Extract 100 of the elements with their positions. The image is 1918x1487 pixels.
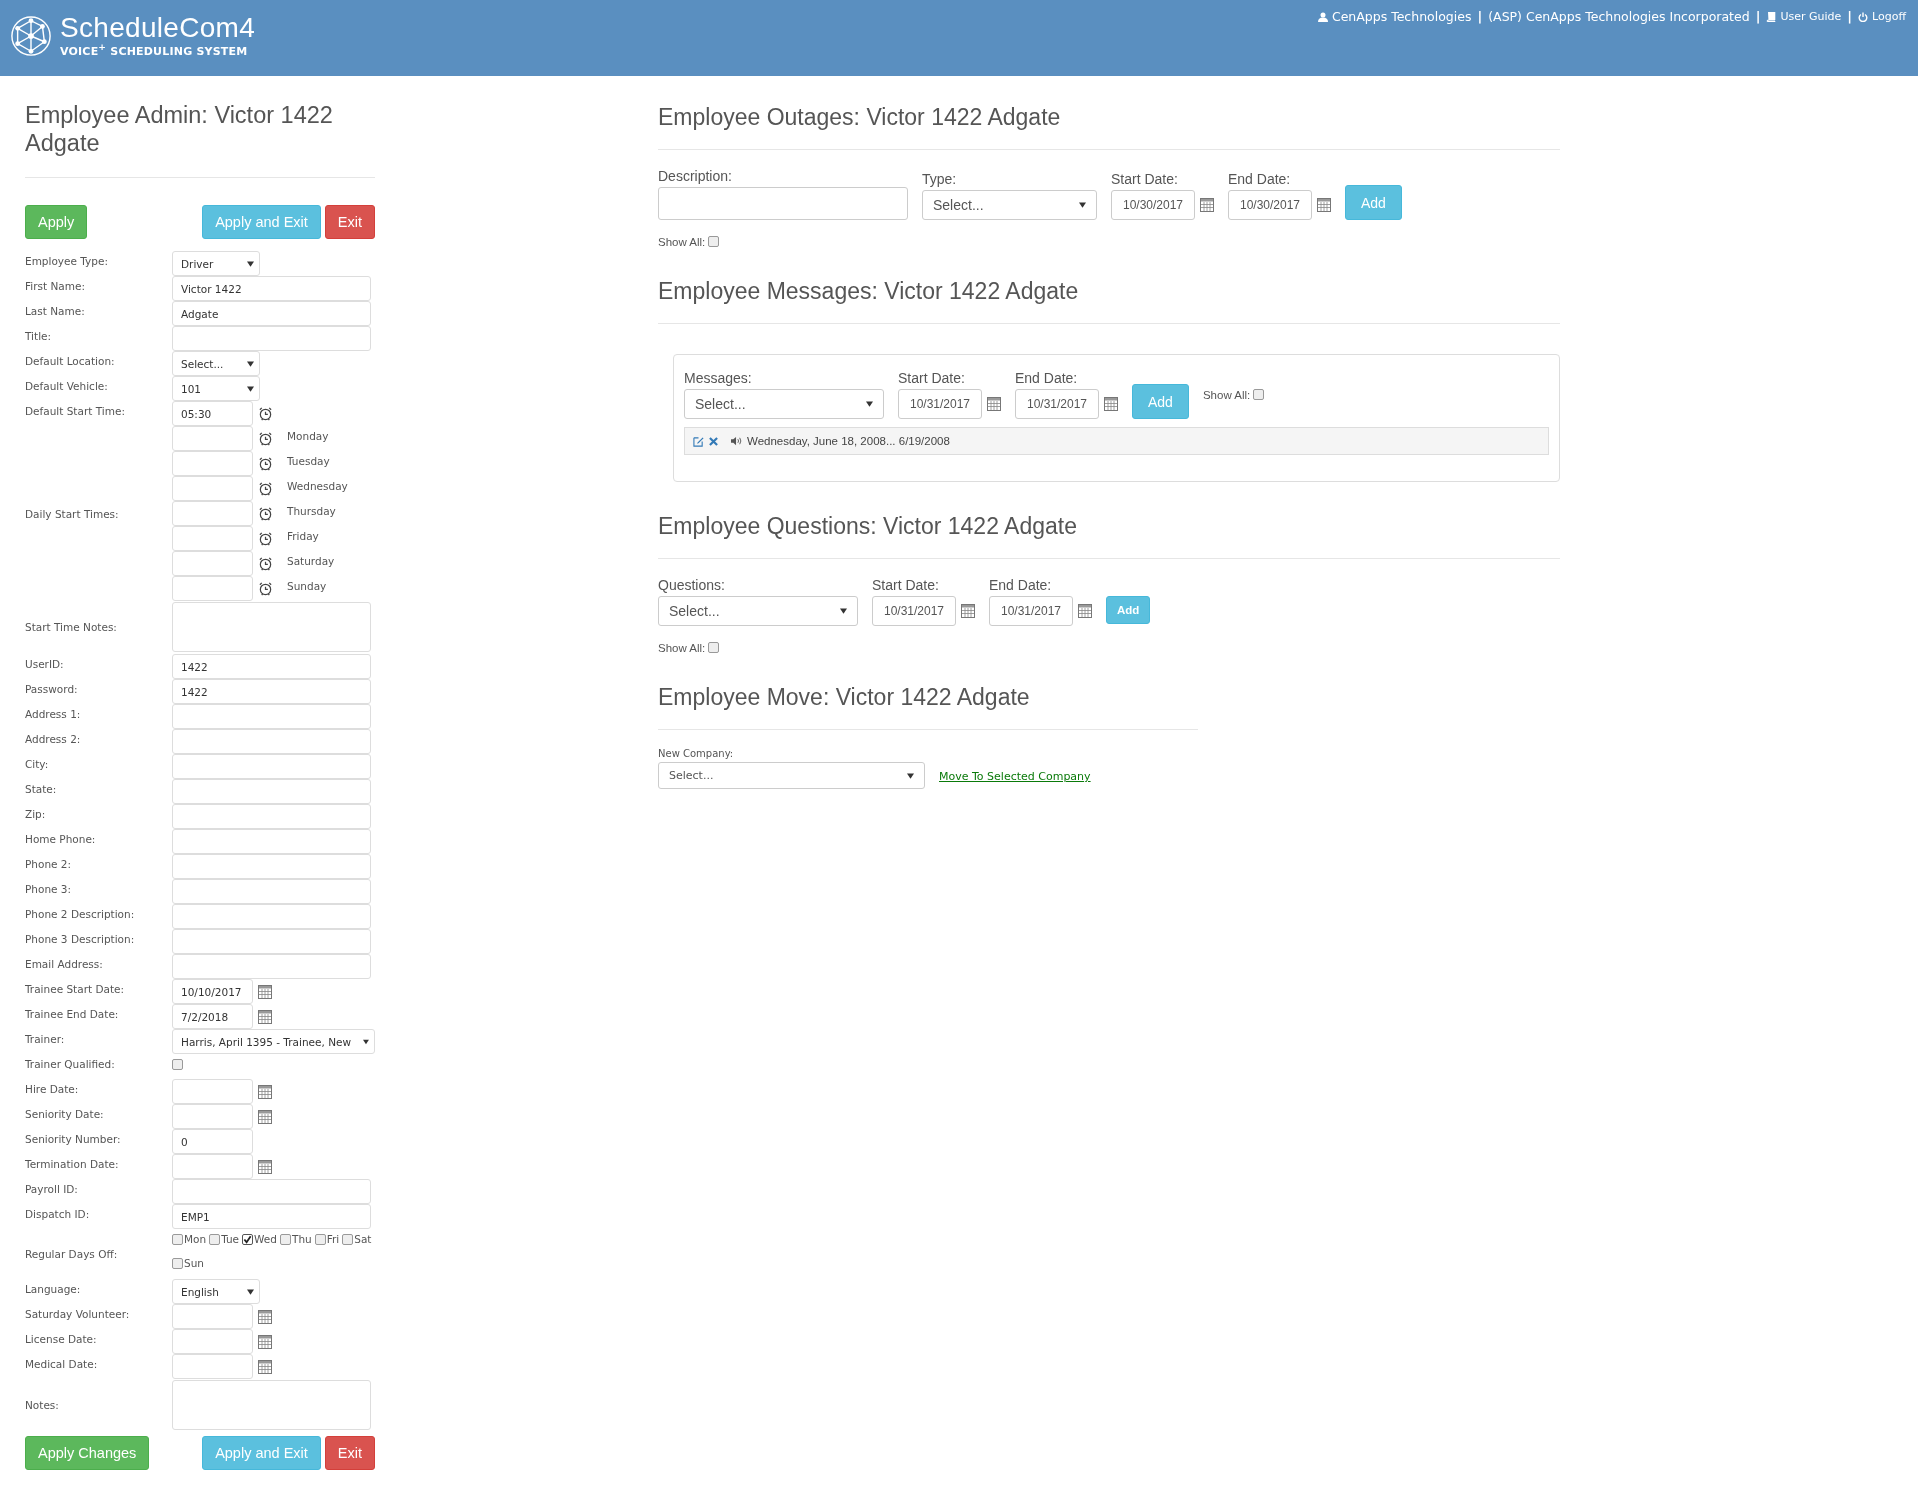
dropdown[interactable]: 101 <box>172 376 260 401</box>
field-label: Trainee Start Date: <box>25 982 126 995</box>
field-label: Questions: <box>658 577 726 593</box>
section-title: Employee Questions: Victor 1422 Adgate <box>658 512 1078 540</box>
logo-title: ScheduleCom4 <box>60 15 256 41</box>
day-option-label: Mon <box>184 1233 207 1245</box>
field-label: Trainer: <box>25 1032 66 1045</box>
exit-button[interactable]: Exit <box>324 205 375 239</box>
dropdown[interactable]: Select... <box>658 762 925 789</box>
field-label: Phone 2 Description: <box>25 907 136 920</box>
field-label: First Name: <box>25 279 86 292</box>
text-field[interactable]: 1422 <box>172 654 371 679</box>
field-label: Dispatch ID: <box>25 1207 91 1220</box>
date-field[interactable]: 10/31/2017 <box>989 596 1073 626</box>
message-text: Wednesday, June 18, 2008... 6/19/2008 <box>747 435 950 447</box>
dropdown[interactable]: Select... <box>922 190 1097 220</box>
day-option-label: Fri <box>326 1233 340 1245</box>
field-label: Default Location: <box>25 354 116 367</box>
day-label: Thursday <box>287 505 336 517</box>
day-option-label: Thu <box>292 1233 312 1245</box>
show-all-label: Show All: <box>1202 388 1251 401</box>
dropdown[interactable]: Harris, April 1395 - Trainee, New <box>172 1029 375 1054</box>
field-label: Regular Days Off: <box>25 1248 119 1260</box>
field-label: Medical Date: <box>25 1357 99 1370</box>
text-field[interactable]: Victor 1422 <box>172 276 371 301</box>
field-label: Zip: <box>25 807 47 820</box>
field-label: End Date: <box>989 577 1053 593</box>
field-label: Messages: <box>684 370 753 386</box>
field-label: City: <box>25 757 50 770</box>
page-title: Employee Admin: Victor 1422 Adgate <box>25 101 334 157</box>
dropdown[interactable]: Select... <box>684 389 884 419</box>
field-label: License Date: <box>25 1332 98 1345</box>
date-field[interactable]: 10/31/2017 <box>1015 389 1099 419</box>
field-label: Daily Start Times: <box>25 507 120 520</box>
field-label: Start Date: <box>898 370 966 386</box>
field-label: Phone 3: <box>25 882 73 895</box>
field-label: Phone 3 Description: <box>25 932 136 945</box>
move-company-link[interactable]: Move To Selected Company <box>939 770 1091 783</box>
field-label: Employee Type: <box>25 254 109 267</box>
company-name: (ASP) CenApps Technologies Incorporated <box>1488 9 1750 24</box>
field-label: Payroll ID: <box>25 1182 79 1195</box>
time-field[interactable]: 05:30 <box>172 401 253 426</box>
day-label: Friday <box>287 530 319 542</box>
date-field[interactable]: 10/31/2017 <box>898 389 982 419</box>
separator: | <box>1847 9 1853 24</box>
field-label: Type: <box>922 171 958 187</box>
logo-subtitle: VOICE$^{+}$ SCHEDULING SYSTEM <box>60 41 249 58</box>
date-field[interactable]: 10/30/2017 <box>1228 190 1312 220</box>
text-field[interactable]: 1422 <box>172 679 371 704</box>
field-label: Title: <box>25 329 53 342</box>
date-field[interactable]: 7/2/2018 <box>172 1004 253 1029</box>
section-title: Employee Move: Victor 1422 Adgate <box>658 683 1031 711</box>
day-label: Tuesday <box>287 455 330 467</box>
field-label: Start Date: <box>872 577 940 593</box>
text-field[interactable]: Adgate <box>172 301 371 326</box>
dropdown[interactable]: English <box>172 1279 260 1304</box>
field-label: Phone 2: <box>25 857 73 870</box>
field-label: Notes: <box>25 1399 60 1411</box>
day-label: Monday <box>287 430 329 442</box>
field-label: Default Start Time: <box>25 404 126 417</box>
separator: | <box>1477 9 1483 24</box>
dropdown[interactable]: Select... <box>658 596 858 626</box>
date-field[interactable]: 10/31/2017 <box>872 596 956 626</box>
field-label: State: <box>25 782 58 795</box>
text-field[interactable]: EMP1 <box>172 1204 371 1229</box>
field-label: Saturday Volunteer: <box>25 1307 131 1320</box>
dropdown[interactable]: Select... <box>172 351 260 376</box>
field-label: Description: <box>658 168 733 184</box>
field-label: End Date: <box>1228 171 1292 187</box>
day-option-label: Tue <box>221 1233 240 1245</box>
day-label: Wednesday <box>287 480 348 492</box>
field-label: Password: <box>25 682 79 695</box>
field-label: Email Address: <box>25 957 104 970</box>
field-label: Start Date: <box>1111 171 1179 187</box>
field-label: Hire Date: <box>25 1082 80 1095</box>
field-label: Trainer Qualified: <box>25 1057 116 1070</box>
day-label: Sunday <box>287 580 327 592</box>
field-label: Default Vehicle: <box>25 379 109 392</box>
field-label: Address 2: <box>25 732 82 745</box>
field-label: Last Name: <box>25 304 86 317</box>
exit-button[interactable]: Exit <box>324 1436 375 1470</box>
day-option-label: Wed <box>254 1233 277 1245</box>
day-option-label: Sat <box>354 1233 372 1245</box>
field-label: Trainee End Date: <box>25 1007 120 1020</box>
date-field[interactable]: 10/30/2017 <box>1111 190 1195 220</box>
field-label: UserID: <box>25 657 65 670</box>
section-title: Employee Messages: Victor 1422 Adgate <box>658 277 1080 305</box>
number-field[interactable]: 0 <box>172 1129 253 1154</box>
day-option-label: Sun <box>184 1257 204 1269</box>
field-label: New Company: <box>658 748 735 759</box>
field-label: Seniority Date: <box>25 1107 105 1120</box>
day-label: Saturday <box>287 555 335 567</box>
dropdown[interactable]: Driver <box>172 251 260 276</box>
field-label: Seniority Number: <box>25 1132 122 1145</box>
show-all-label: Show All: <box>658 642 706 654</box>
field-label: Home Phone: <box>25 832 97 845</box>
field-label: End Date: <box>1015 370 1079 386</box>
date-field[interactable]: 10/10/2017 <box>172 979 253 1004</box>
field-label: Termination Date: <box>25 1157 120 1170</box>
field-label: Address 1: <box>25 707 82 720</box>
